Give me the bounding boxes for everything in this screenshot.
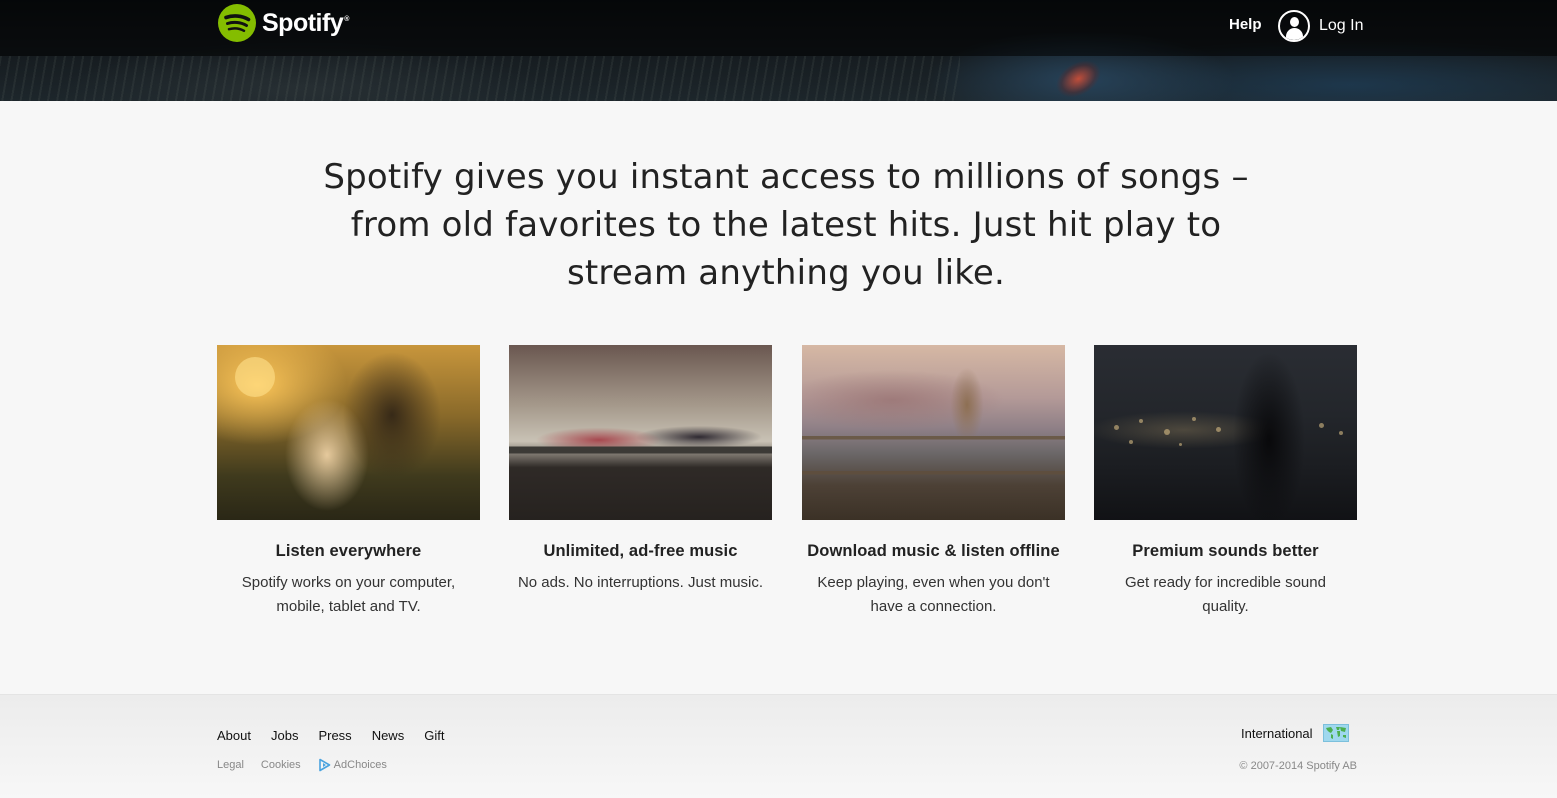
hero-banner: Spotify® Help Log In <box>0 0 1557 101</box>
footer: About Jobs Press News Gift Legal Cookies… <box>0 694 1557 798</box>
login-label: Log In <box>1319 17 1364 34</box>
footer-link-gift[interactable]: Gift <box>424 728 444 743</box>
spotify-logo[interactable]: Spotify® <box>217 3 349 43</box>
feature-title: Premium sounds better <box>1132 542 1319 560</box>
footer-link-news[interactable]: News <box>372 728 405 743</box>
footer-link-jobs[interactable]: Jobs <box>271 728 298 743</box>
woman-on-fence-mountains-photo <box>802 345 1065 520</box>
feature-description: No ads. No interruptions. Just music. <box>517 574 764 591</box>
international-link[interactable]: International <box>1241 724 1349 742</box>
couple-with-earphones-at-sunset-photo <box>217 345 480 520</box>
user-icon <box>1278 10 1310 42</box>
man-lying-on-sofa-photo <box>509 345 772 520</box>
footer-link-cookies[interactable]: Cookies <box>261 759 301 771</box>
feature-download-offline: Download music & listen offline Keep pla… <box>802 345 1065 619</box>
footer-link-press[interactable]: Press <box>318 728 351 743</box>
login-button[interactable]: Log In <box>1278 10 1363 42</box>
feature-unlimited-ad-free: Unlimited, ad-free music No ads. No inte… <box>509 345 772 595</box>
feature-description: Get ready for incredible sound quality. <box>1125 574 1326 615</box>
adchoices-icon <box>318 758 330 772</box>
spotify-logo-icon <box>218 4 256 42</box>
feature-description: Spotify works on your computer, mobile, … <box>241 574 456 615</box>
page-headline: Spotify gives you instant access to mill… <box>323 157 1249 293</box>
adchoices-label: AdChoices <box>333 759 387 771</box>
footer-primary-nav: About Jobs Press News Gift <box>217 728 444 743</box>
feature-listen-everywhere: Listen everywhere Spotify works on your … <box>217 345 480 619</box>
world-map-icon <box>1322 724 1349 742</box>
feature-description: Keep playing, even when you don't have a… <box>817 574 1050 615</box>
footer-link-about[interactable]: About <box>217 728 251 743</box>
copyright-text: © 2007-2014 Spotify AB <box>1239 760 1357 772</box>
brand-name: Spotify® <box>262 8 349 37</box>
international-label: International <box>1241 725 1313 741</box>
footer-link-legal[interactable]: Legal <box>217 759 244 771</box>
feature-title: Unlimited, ad-free music <box>543 542 738 560</box>
help-link[interactable]: Help <box>1229 16 1262 33</box>
feature-title: Listen everywhere <box>275 542 422 560</box>
footer-link-adchoices[interactable]: AdChoices <box>318 758 387 772</box>
saxophone-player-silhouette-photo <box>1094 345 1357 520</box>
hero-background-image <box>0 56 960 101</box>
footer-secondary-nav: Legal Cookies AdChoices <box>217 758 387 772</box>
feature-premium-sound: Premium sounds better Get ready for incr… <box>1094 345 1357 619</box>
feature-title: Download music & listen offline <box>807 542 1060 560</box>
top-navigation-bar: Spotify® Help Log In <box>0 0 1557 56</box>
